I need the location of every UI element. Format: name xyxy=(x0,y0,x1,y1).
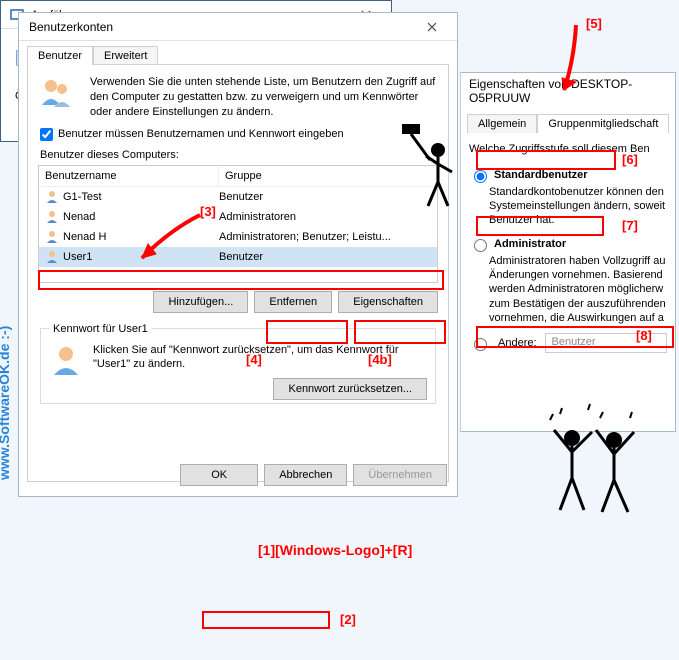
tab-membership[interactable]: Gruppenmitgliedschaft xyxy=(537,114,669,133)
titlebar: Benutzerkonten xyxy=(19,13,457,41)
close-icon[interactable] xyxy=(411,16,453,38)
user-accounts-dialog: Benutzerkonten Benutzer Erweitert Verwen… xyxy=(18,12,458,497)
std-text: Standardkontobenutzer können den Systeme… xyxy=(489,185,667,228)
tab-general[interactable]: Allgemein xyxy=(467,114,537,133)
list-row[interactable]: Nenad H Administratoren; Benutzer; Leist… xyxy=(39,227,437,247)
radio-standard-row[interactable]: Standardbenutzer xyxy=(469,167,667,183)
annot-box-2 xyxy=(202,611,330,629)
password-legend: Kennwort für User1 xyxy=(49,323,152,335)
remove-button[interactable]: Entfernen xyxy=(254,291,332,313)
radio-other-label: Andere: xyxy=(498,337,537,349)
list-label: Benutzer dieses Computers: xyxy=(40,149,438,161)
other-group-input[interactable]: Benutzer xyxy=(545,333,667,353)
properties-dialog: Eigenschaften von DESKTOP-O5PRUUW Allgem… xyxy=(460,72,676,432)
require-password-checkbox[interactable] xyxy=(40,128,53,141)
radio-standard-label: Standardbenutzer xyxy=(494,169,588,181)
radio-other-row[interactable]: Andere: Benutzer xyxy=(469,333,667,353)
radio-admin-label: Administrator xyxy=(494,238,566,250)
radio-standard[interactable] xyxy=(474,170,487,183)
list-row[interactable]: User1 Benutzer xyxy=(39,247,437,267)
user-list[interactable]: Benutzername Gruppe G1-Test Benutzer Nen… xyxy=(38,165,438,283)
list-row[interactable]: G1-Test Benutzer xyxy=(39,187,437,207)
stick-figures-celebrate xyxy=(540,400,650,520)
watermark-left: www.SoftwareOK.de :-) xyxy=(0,326,12,480)
radio-admin[interactable] xyxy=(474,239,487,252)
users-icon xyxy=(38,75,78,120)
annot-1: [1][Windows-Logo]+[R] xyxy=(258,542,412,558)
add-button[interactable]: Hinzufügen... xyxy=(153,291,248,313)
checkbox-label: Benutzer müssen Benutzernamen und Kennwo… xyxy=(58,128,344,140)
radio-other[interactable] xyxy=(474,338,487,351)
annot-2: [2] xyxy=(340,612,356,627)
properties-button[interactable]: Eigenschaften xyxy=(338,291,438,313)
user-icon xyxy=(49,343,83,377)
password-text: Klicken Sie auf "Kennwort zurücksetzen",… xyxy=(93,343,427,373)
stick-figure-hammer xyxy=(400,120,460,210)
apply-button[interactable]: Übernehmen xyxy=(353,464,447,486)
titlebar-text: Benutzerkonten xyxy=(29,20,411,34)
checkbox-row[interactable]: Benutzer müssen Benutzernamen und Kennwo… xyxy=(40,128,438,141)
description-text: Verwenden Sie die unten stehende Liste, … xyxy=(90,75,438,120)
reset-password-button[interactable]: Kennwort zurücksetzen... xyxy=(273,378,427,400)
tab-bar: Benutzer Erweitert xyxy=(19,41,457,64)
ok-button[interactable]: OK xyxy=(180,464,258,486)
password-fieldset: Kennwort für User1 Klicken Sie auf "Kenn… xyxy=(40,323,436,404)
tab-panel: Verwenden Sie die unten stehende Liste, … xyxy=(27,64,449,482)
radio-admin-row[interactable]: Administrator xyxy=(469,236,667,252)
tab-advanced[interactable]: Erweitert xyxy=(93,46,158,65)
tab-users[interactable]: Benutzer xyxy=(27,46,93,65)
admin-text: Administratoren haben Vollzugriff au Änd… xyxy=(489,254,667,325)
list-header: Benutzername Gruppe xyxy=(39,166,437,187)
col-username[interactable]: Benutzername xyxy=(39,166,219,186)
list-row[interactable]: Nenad Administratoren xyxy=(39,207,437,227)
cancel-button[interactable]: Abbrechen xyxy=(264,464,347,486)
props-desc: Welche Zugriffsstufe soll diesem Ben xyxy=(469,142,667,157)
